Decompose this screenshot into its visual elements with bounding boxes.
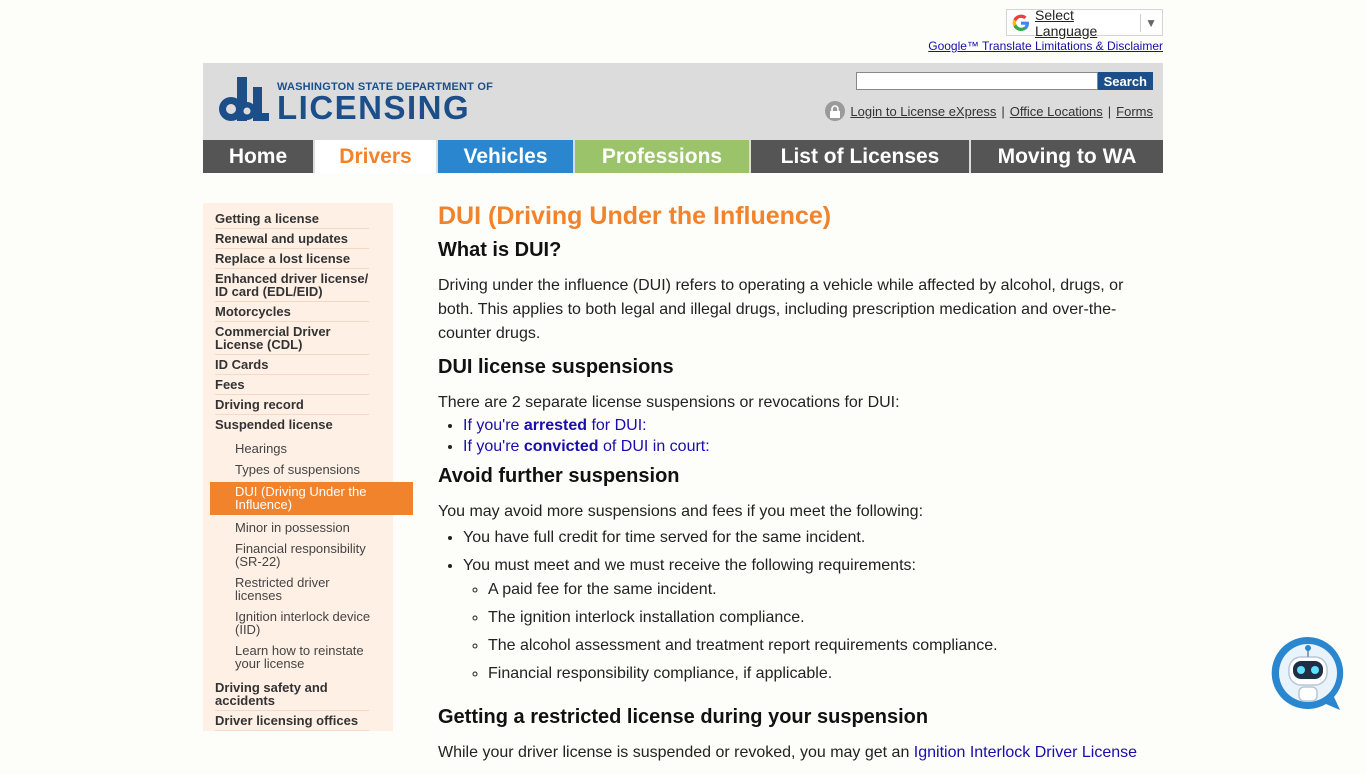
tab-list-of-licenses[interactable]: List of Licenses: [749, 140, 969, 173]
sidebar-item-renewal[interactable]: Renewal and updates: [215, 229, 369, 249]
heading-restricted: Getting a restricted license during your…: [438, 706, 929, 728]
sidebar-item-edl[interactable]: Enhanced driver license/ ID card (EDL/EI…: [215, 269, 369, 302]
sidebar-item-offices[interactable]: Driver licensing offices: [215, 711, 369, 731]
list-item: You have full credit for time served for…: [463, 526, 1158, 550]
robot-icon: [1271, 636, 1344, 710]
main-nav: Home Drivers Vehicles Professions List o…: [203, 140, 1163, 173]
list-item: If you're convicted of DUI in court:: [463, 436, 1158, 457]
separator: |: [1107, 103, 1112, 119]
utility-links: Login to License eXpress | Office Locati…: [825, 101, 1153, 121]
convicted-link[interactable]: If you're convicted of DUI in court:: [463, 438, 710, 455]
tab-vehicles[interactable]: Vehicles: [436, 140, 573, 173]
divider: [1140, 13, 1142, 32]
paragraph-suspensions: There are 2 separate license suspensions…: [438, 394, 900, 411]
paragraph-what-is-dui: Driving under the influence (DUI) refers…: [438, 277, 1124, 342]
ignition-interlock-link[interactable]: Ignition Interlock Driver License: [914, 744, 1137, 761]
sidebar-item-suspended[interactable]: Suspended license: [215, 415, 369, 434]
sidebar-item-motorcycles[interactable]: Motorcycles: [215, 302, 369, 322]
avoid-list: You have full credit for time served for…: [438, 526, 1158, 686]
tab-professions[interactable]: Professions: [573, 140, 749, 173]
sidebar-sub-iid[interactable]: Ignition interlock device (IID): [203, 608, 379, 638]
logo-title: LICENSING: [277, 89, 471, 126]
sidebar: Getting a license Renewal and updates Re…: [203, 203, 413, 731]
sidebar-sub-hearings[interactable]: Hearings: [203, 440, 379, 457]
search-button[interactable]: Search: [1097, 72, 1153, 90]
list-item: Financial responsibility compliance, if …: [488, 662, 1158, 686]
list-item: A paid fee for the same incident.: [488, 578, 1158, 602]
translate-widget[interactable]: Select Language ▼: [1006, 7, 1163, 39]
translate-disclaimer-link[interactable]: Google™ Translate Limitations & Disclaim…: [928, 39, 1163, 53]
lock-icon: [825, 101, 846, 121]
list-item: The alcohol assessment and treatment rep…: [488, 634, 1158, 658]
search-input[interactable]: [855, 72, 1098, 90]
dol-logo-icon: [219, 77, 269, 121]
heading-what-is-dui: What is DUI?: [438, 239, 562, 261]
paragraph-avoid: You may avoid more suspensions and fees …: [438, 503, 924, 520]
page-title: DUI (Driving Under the Influence): [438, 202, 832, 230]
sidebar-item-safety[interactable]: Driving safety and accidents: [215, 678, 369, 711]
list-item: The ignition interlock installation comp…: [488, 606, 1158, 630]
sidebar-sub-financial[interactable]: Financial responsibility (SR-22): [203, 540, 379, 570]
sidebar-sub-dui[interactable]: DUI (Driving Under the Influence): [210, 482, 413, 515]
sidebar-sub-minor[interactable]: Minor in possession: [203, 519, 379, 536]
tab-moving-to-wa[interactable]: Moving to WA: [969, 140, 1163, 173]
sidebar-item-driving-record[interactable]: Driving record: [215, 395, 369, 415]
tab-drivers[interactable]: Drivers: [313, 140, 436, 173]
sidebar-sub-reinstate[interactable]: Learn how to reinstate your license: [203, 642, 379, 672]
office-locations-link[interactable]: Office Locations: [1010, 104, 1103, 119]
list-item: If you're arrested for DUI:: [463, 415, 1158, 436]
forms-link[interactable]: Forms: [1116, 104, 1153, 119]
heading-avoid: Avoid further suspension: [438, 465, 680, 487]
chatbot-button[interactable]: [1270, 635, 1346, 711]
sidebar-item-getting-license[interactable]: Getting a license: [215, 209, 369, 229]
list-item: You must meet and we must receive the fo…: [463, 554, 1158, 686]
sidebar-item-cdl[interactable]: Commercial Driver License (CDL): [215, 322, 369, 355]
sidebar-sub-types[interactable]: Types of suspensions: [203, 461, 379, 478]
sidebar-sub-restricted[interactable]: Restricted driver licenses: [203, 574, 379, 604]
site-header: WASHINGTON STATE DEPARTMENT OF LICENSING…: [203, 63, 1163, 140]
select-language-link[interactable]: Select Language: [1035, 7, 1136, 39]
sidebar-item-id-cards[interactable]: ID Cards: [215, 355, 369, 375]
separator: |: [1001, 103, 1005, 119]
sidebar-item-replace[interactable]: Replace a lost license: [215, 249, 369, 269]
login-link[interactable]: Login to License eXpress: [850, 104, 996, 119]
requirements-list: A paid fee for the same incident. The ig…: [463, 578, 1158, 686]
site-search: Search: [855, 72, 1153, 90]
suspension-links: If you're arrested for DUI: If you're co…: [438, 415, 1158, 457]
suspended-submenu: Hearings Types of suspensions DUI (Drivi…: [203, 440, 413, 672]
google-icon: [1012, 14, 1029, 31]
dol-logo[interactable]: WASHINGTON STATE DEPARTMENT OF LICENSING: [217, 75, 493, 126]
arrested-link[interactable]: If you're arrested for DUI:: [463, 417, 647, 434]
chevron-down-icon[interactable]: ▼: [1145, 16, 1157, 30]
heading-suspensions: DUI license suspensions: [438, 356, 674, 378]
paragraph-restricted: While your driver license is suspended o…: [438, 744, 1138, 761]
sidebar-item-fees[interactable]: Fees: [215, 375, 369, 395]
main-content: DUI (Driving Under the Influence) What i…: [438, 200, 1158, 775]
tab-home[interactable]: Home: [203, 140, 313, 173]
